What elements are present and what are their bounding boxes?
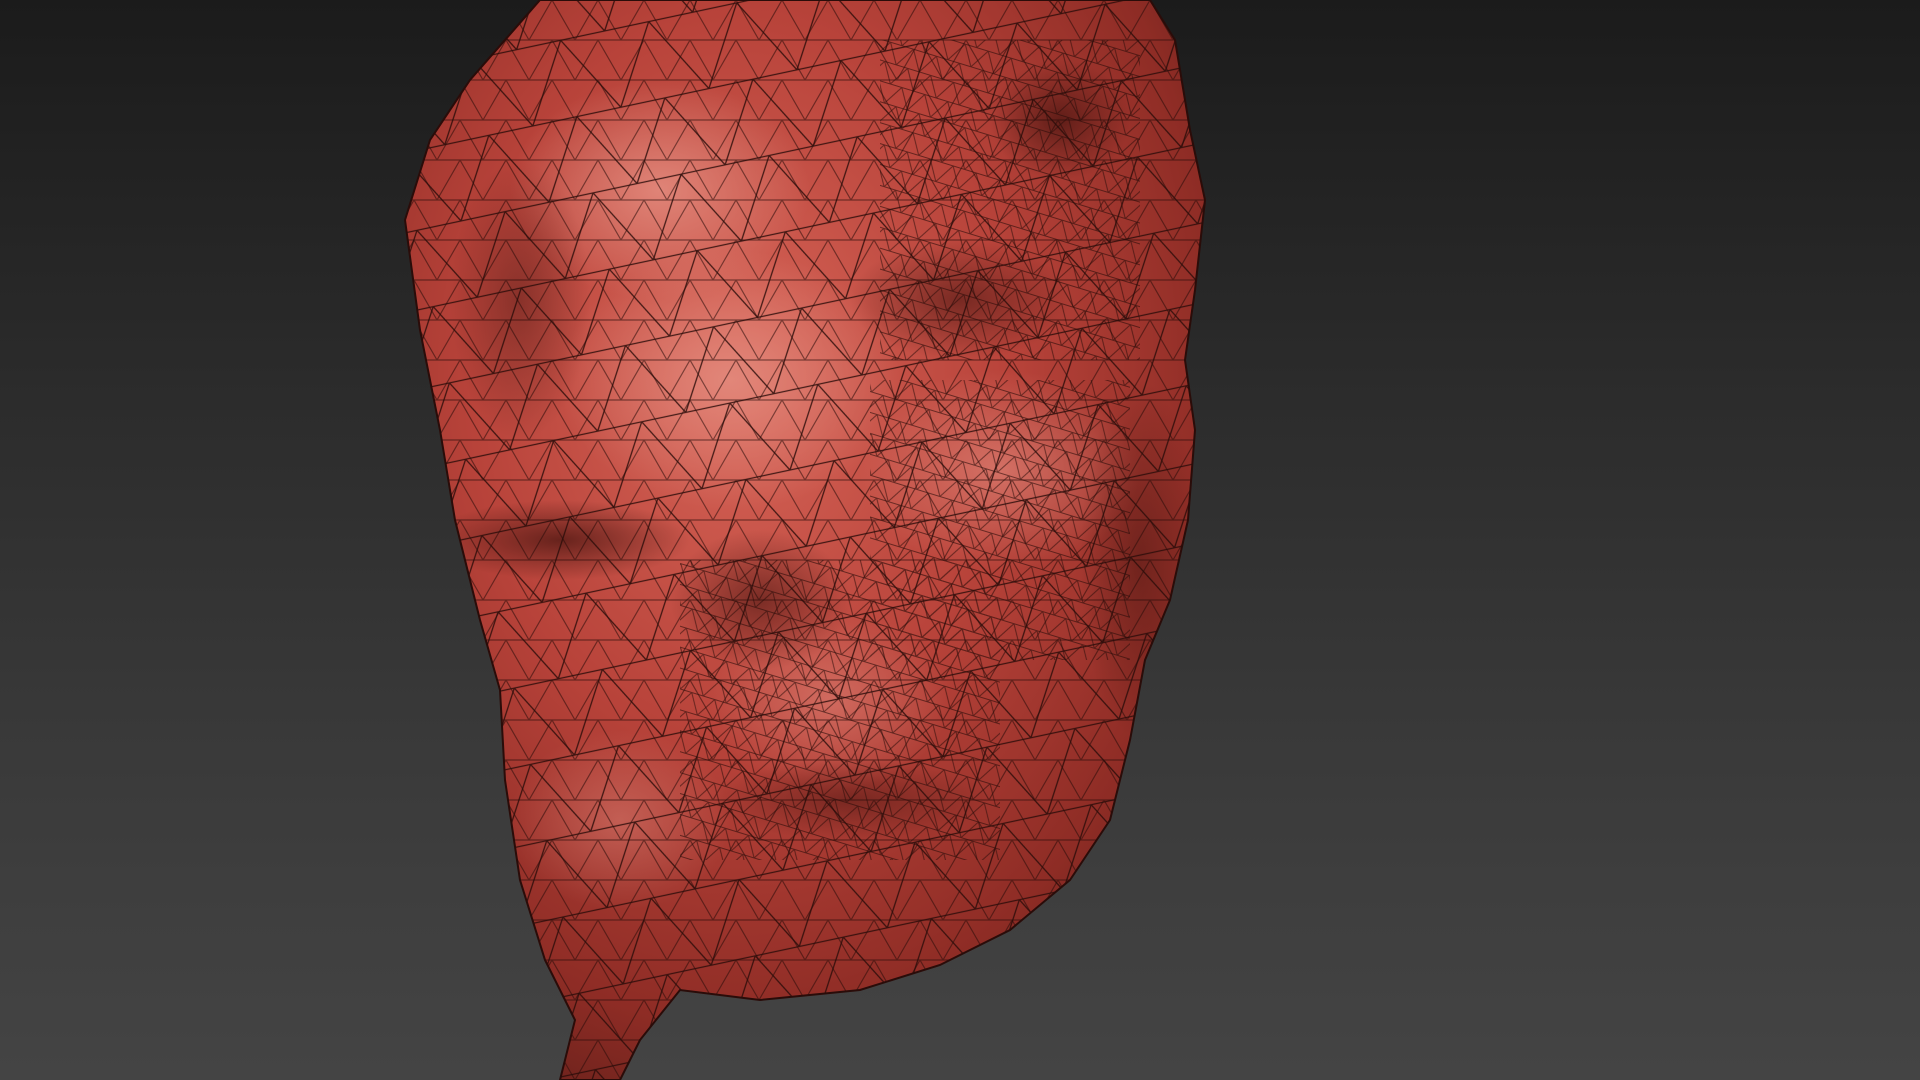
mesh-render[interactable]: [0, 0, 1920, 1080]
rock-mesh[interactable]: [380, 0, 1240, 1080]
3d-viewport[interactable]: [0, 0, 1920, 1080]
